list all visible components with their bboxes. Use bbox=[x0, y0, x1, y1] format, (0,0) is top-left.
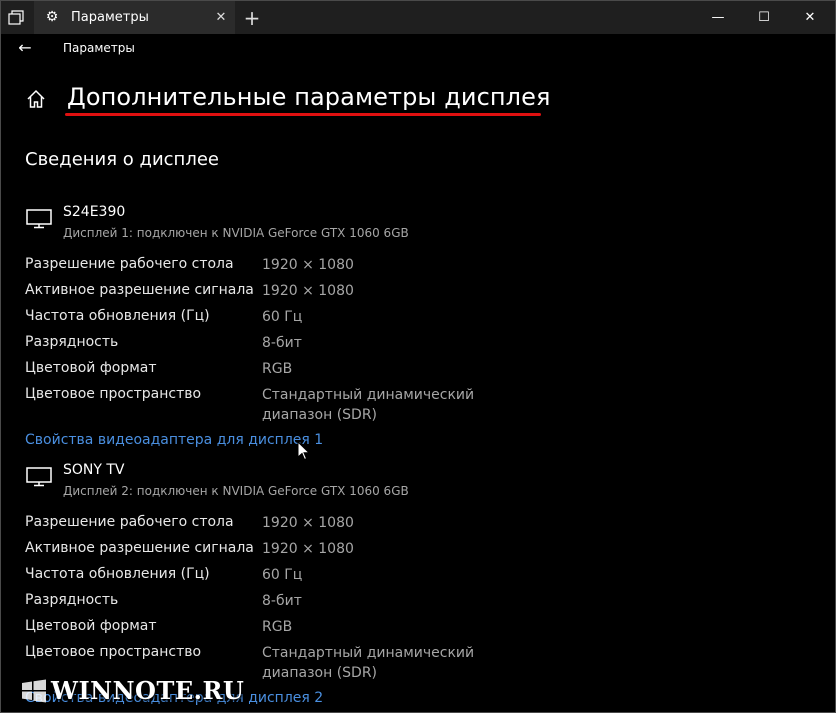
row-label: Частота обновления (Гц) bbox=[25, 308, 210, 324]
row-value: 1920 × 1080 bbox=[262, 541, 354, 557]
row-value: Стандартный динамический bbox=[262, 645, 475, 661]
row-label: Частота обновления (Гц) bbox=[25, 566, 210, 582]
adapter-properties-link-1[interactable]: Свойства видеоадаптера для дисплея 1 bbox=[25, 432, 323, 448]
row-value-line2: диапазон (SDR) bbox=[262, 665, 378, 681]
home-icon[interactable] bbox=[25, 88, 47, 110]
row-label: Разрядность bbox=[25, 592, 119, 608]
row-value: RGB bbox=[262, 619, 293, 635]
settings-window: ⚙ Параметры ✕ + — ☐ ✕ ← Параметры Дополн… bbox=[0, 0, 836, 713]
row-label: Разрешение рабочего стола bbox=[25, 256, 234, 272]
display-subtitle: Дисплей 2: подключен к NVIDIA GeForce GT… bbox=[63, 484, 409, 498]
minimize-button[interactable]: — bbox=[695, 1, 741, 34]
row-label: Цветовое пространство bbox=[25, 386, 202, 402]
title-bar: ⚙ Параметры ✕ + — ☐ ✕ bbox=[1, 1, 835, 34]
row-value: 60 Гц bbox=[262, 309, 303, 325]
row-label: Разрядность bbox=[25, 334, 119, 350]
display-subtitle: Дисплей 1: подключен к NVIDIA GeForce GT… bbox=[63, 226, 409, 240]
row-label: Цветовой формат bbox=[25, 618, 157, 634]
back-arrow-icon[interactable]: ← bbox=[15, 38, 35, 58]
mouse-cursor-icon bbox=[297, 441, 311, 461]
new-tab-button[interactable]: + bbox=[241, 7, 263, 29]
watermark-text: WINNOTE.RU bbox=[51, 676, 245, 705]
tab-title: Параметры bbox=[71, 10, 149, 25]
page-title: Дополнительные параметры дисплея bbox=[67, 83, 551, 111]
tabs-overview-icon[interactable] bbox=[7, 9, 25, 27]
watermark: WINNOTE.RU bbox=[21, 676, 245, 706]
tab-settings[interactable]: ⚙ Параметры ✕ bbox=[34, 1, 235, 34]
row-value: 1920 × 1080 bbox=[262, 257, 354, 273]
row-value: 1920 × 1080 bbox=[262, 515, 354, 531]
display-name: S24E390 bbox=[63, 204, 126, 220]
nav-title: Параметры bbox=[63, 41, 135, 55]
row-label: Цветовое пространство bbox=[25, 644, 202, 660]
row-value-line2: диапазон (SDR) bbox=[262, 407, 378, 423]
row-value: 8-бит bbox=[262, 335, 302, 351]
row-value: RGB bbox=[262, 361, 293, 377]
nav-bar: ← Параметры bbox=[1, 34, 835, 64]
row-value: 60 Гц bbox=[262, 567, 303, 583]
monitor-icon bbox=[26, 209, 52, 229]
row-label: Цветовой формат bbox=[25, 360, 157, 376]
row-label: Активное разрешение сигнала bbox=[25, 282, 254, 298]
row-value: 8-бит bbox=[262, 593, 302, 609]
red-underline-annotation bbox=[65, 113, 541, 116]
row-value: Стандартный динамический bbox=[262, 387, 475, 403]
close-window-button[interactable]: ✕ bbox=[787, 1, 833, 34]
row-label: Разрешение рабочего стола bbox=[25, 514, 234, 530]
tab-close-icon[interactable]: ✕ bbox=[213, 10, 229, 26]
display-name: SONY TV bbox=[63, 462, 125, 478]
maximize-button[interactable]: ☐ bbox=[741, 1, 787, 34]
section-title: Сведения о дисплее bbox=[25, 149, 219, 170]
monitor-icon bbox=[26, 467, 52, 487]
windows-logo-icon bbox=[22, 679, 46, 703]
row-value: 1920 × 1080 bbox=[262, 283, 354, 299]
row-label: Активное разрешение сигнала bbox=[25, 540, 254, 556]
gear-icon: ⚙ bbox=[45, 9, 59, 25]
